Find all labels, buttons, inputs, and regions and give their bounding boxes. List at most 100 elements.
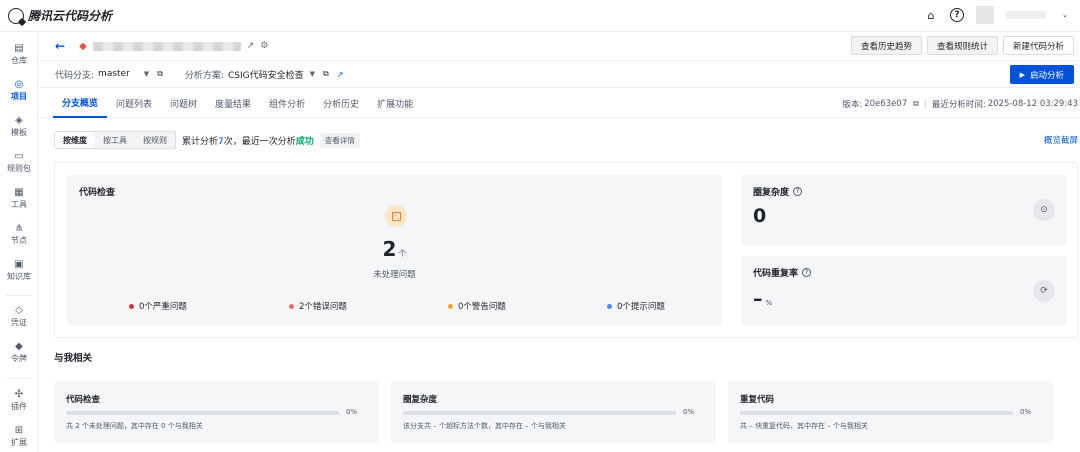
divider	[924, 98, 926, 109]
knowledge-icon: ▣	[14, 258, 24, 270]
copy-icon[interactable]: ⧉	[323, 69, 329, 79]
progress-bar	[740, 411, 1013, 415]
chevron-down-icon[interactable]: ⌄	[1058, 8, 1072, 22]
nav-item-plugin[interactable]: ✣ 插件	[0, 388, 38, 412]
back-arrow-icon[interactable]: ←	[55, 39, 65, 53]
top-bar: 腾讯云代码分析 ⌂ ? ⌄	[0, 0, 1080, 32]
nav-divider	[6, 295, 32, 296]
avatar[interactable]	[976, 6, 994, 24]
unresolved-count: 2个	[382, 237, 407, 261]
rule-stats-button[interactable]: 查看规则统计	[926, 36, 998, 55]
repo-name	[92, 41, 241, 51]
nav-item-knowledge[interactable]: ▣ 知识库	[0, 258, 38, 282]
issue-hint[interactable]: 0个提示问题	[607, 300, 665, 312]
start-analysis-button[interactable]: ▶ 启动分析	[1009, 65, 1074, 84]
nav-item-template[interactable]: ◈ 模板	[0, 114, 38, 138]
branch-label: 代码分支:	[55, 70, 95, 81]
external-link-icon[interactable]: ↗	[247, 41, 255, 51]
segment-by-tool[interactable]: 按工具	[95, 132, 135, 148]
code-check-icon: >_	[385, 205, 407, 227]
overview-screenshot-link[interactable]: 概览截屏	[1044, 134, 1078, 146]
card-title: 代码检查	[79, 188, 116, 198]
repo-icon: ▤	[14, 42, 24, 54]
nav-item-tools[interactable]: ▦ 工具	[0, 186, 38, 210]
branch-row: 代码分支: master ▼ ⧉ 分析方案: CSIG代码安全检查 ▼ ⧉ ↗ …	[39, 60, 1080, 88]
node-icon: ⋔	[14, 222, 24, 234]
tab-issue-tree[interactable]: 问题树	[161, 89, 206, 118]
refresh-icon[interactable]: ⟳	[1033, 280, 1055, 302]
github-icon[interactable]: ⌂	[924, 8, 938, 22]
extension-icon: ⊞	[14, 424, 24, 436]
related-complexity-card[interactable]: 圈复杂度 0% 该分支共 – 个超标方法个数，其中存在 – 个与我相关	[391, 381, 716, 443]
main-content: ← ◆ ↗ ⚙ 查看历史趋势 查看规则统计 新建代码分析 代码分支: maste…	[39, 32, 1080, 452]
play-icon: ▶	[1019, 70, 1025, 79]
view-switch: 按维度 按工具 按规则	[54, 131, 176, 149]
code-check-card[interactable]: 代码检查 >_ 2个 未处理问题 0个严重问题 2个错误问题 0个警告问题 0个…	[67, 175, 722, 326]
nav-item-ruleset[interactable]: ▭ 规则包	[0, 150, 38, 174]
scheme-select[interactable]: CSIG代码安全检查	[228, 68, 304, 81]
issue-error[interactable]: 2个错误问题	[289, 300, 347, 312]
duplication-card[interactable]: 代码重复率 ? –% ⟳	[741, 256, 1067, 326]
question-icon[interactable]: ?	[802, 268, 812, 277]
tab-overview[interactable]: 分支概览	[53, 89, 108, 118]
complexity-card[interactable]: 圈复杂度 ? 0 ⊙	[741, 175, 1067, 245]
progress-percent: 0%	[346, 408, 358, 416]
card-description: 共 – 块重复代码，其中存在 – 个与我相关	[740, 422, 868, 430]
nav-item-credential[interactable]: ◇ 凭证	[0, 304, 38, 328]
related-code-check-card[interactable]: 代码检查 0% 共 2 个未处理问题，其中存在 0 个与我相关	[54, 381, 379, 443]
segment-by-rule[interactable]: 按规则	[135, 132, 175, 148]
unresolved-label: 未处理问题	[373, 270, 416, 280]
segment-by-dimension[interactable]: 按维度	[55, 132, 95, 148]
nav-item-project[interactable]: ◎ 项目	[0, 78, 38, 102]
complexity-value: 0	[753, 205, 767, 227]
app-logo[interactable]: 腾讯云代码分析	[8, 7, 112, 24]
user-name[interactable]	[1006, 11, 1046, 19]
external-link-icon[interactable]: ↗	[337, 70, 344, 79]
token-icon: ◆	[15, 340, 23, 352]
branch-select[interactable]: master	[98, 69, 130, 79]
copy-icon[interactable]: ⧉	[913, 99, 919, 109]
nav-item-repo[interactable]: ▤ 仓库	[0, 42, 38, 66]
progress-bar	[403, 411, 676, 415]
tools-icon: ▦	[14, 186, 24, 198]
nav-divider	[6, 378, 32, 379]
caret-down-icon[interactable]: ▼	[144, 70, 149, 78]
copy-icon[interactable]: ⧉	[157, 69, 163, 79]
target-icon[interactable]: ⊙	[1033, 199, 1055, 221]
issue-warning[interactable]: 0个警告问题	[448, 300, 506, 312]
ruleset-icon: ▭	[14, 150, 24, 162]
related-duplication-card[interactable]: 重复代码 0% 共 – 块重复代码，其中存在 – 个与我相关	[728, 381, 1053, 443]
tab-issues[interactable]: 问题列表	[107, 89, 161, 118]
nav-item-extension[interactable]: ⊞ 扩展	[0, 424, 38, 448]
scheme-label: 分析方案:	[184, 70, 224, 81]
status-dot	[289, 303, 294, 309]
gear-icon[interactable]: ⚙	[260, 41, 268, 51]
nav-item-token[interactable]: ◆ 令牌	[0, 340, 38, 364]
nav-item-node[interactable]: ⋔ 节点	[0, 222, 38, 246]
duplication-value: –%	[753, 288, 773, 310]
version-value: 20e63e07	[864, 98, 908, 109]
caret-down-icon[interactable]: ▼	[310, 70, 315, 78]
status-dot	[607, 303, 612, 309]
card-description: 该分支共 – 个超标方法个数，其中存在 – 个与我相关	[403, 422, 566, 430]
tab-bar: 分支概览 问题列表 问题树 度量结果 组件分析 分析历史 扩展功能 版本: 20…	[39, 89, 1080, 118]
issue-critical[interactable]: 0个严重问题	[129, 300, 187, 312]
last-analysis-time: 2025-08-12 03:29:43	[987, 98, 1078, 109]
project-icon: ◎	[14, 78, 24, 90]
history-trend-button[interactable]: 查看历史趋势	[850, 36, 922, 55]
question-icon[interactable]: ?	[793, 187, 803, 196]
related-section-title: 与我相关	[54, 353, 93, 364]
git-icon: ◆	[79, 40, 87, 52]
credential-icon: ◇	[15, 304, 23, 316]
version-label: 版本:	[842, 99, 863, 110]
tab-extensions[interactable]: 扩展功能	[368, 89, 422, 118]
progress-percent: 0%	[1020, 408, 1032, 416]
card-description: 共 2 个未处理问题，其中存在 0 个与我相关	[66, 422, 203, 430]
new-analysis-button[interactable]: 新建代码分析	[1002, 36, 1074, 55]
tab-metrics[interactable]: 度量结果	[206, 89, 260, 118]
tab-history[interactable]: 分析历史	[314, 89, 368, 118]
help-icon[interactable]: ?	[950, 8, 964, 22]
tab-components[interactable]: 组件分析	[260, 89, 314, 118]
view-detail-link[interactable]: 查看详情	[319, 132, 360, 148]
left-nav: ▤ 仓库 ◎ 项目 ◈ 模板 ▭ 规则包 ▦ 工具 ⋔ 节点 ▣ 知识库 ◇ 凭…	[0, 32, 38, 452]
